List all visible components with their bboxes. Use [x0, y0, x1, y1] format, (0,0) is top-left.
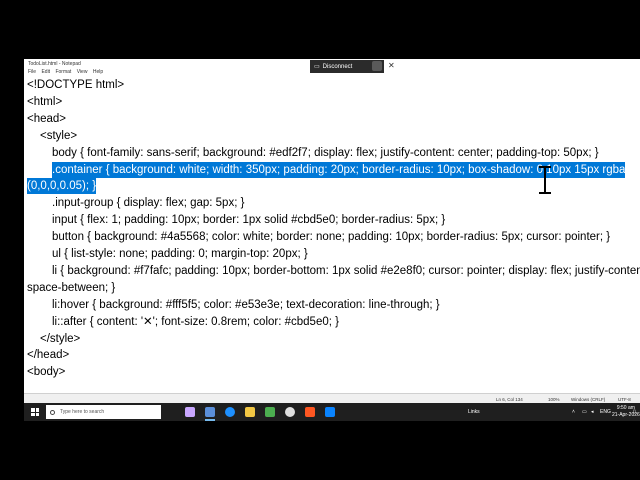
app-icon[interactable] — [305, 407, 315, 417]
notification-icon[interactable]: ▯ — [633, 409, 636, 415]
code-line[interactable]: li { background: #f7fafc; padding: 10px;… — [52, 263, 640, 279]
text-cursor-icon — [539, 166, 551, 194]
line-ending: Windows (CRLF) — [571, 397, 606, 402]
code-line[interactable]: ul { list-style: none; padding: 0; margi… — [52, 246, 308, 262]
code-line[interactable]: <body> — [27, 364, 65, 380]
code-line[interactable]: button { background: #4a5568; color: whi… — [52, 229, 610, 245]
tray-chevron-icon[interactable]: ˄ — [572, 409, 575, 415]
code-line[interactable]: li:hover { background: #fff5f5; color: #… — [52, 297, 440, 313]
links-toolbar[interactable]: Links — [468, 409, 480, 415]
code-line[interactable]: </head> — [27, 347, 69, 363]
code-line[interactable]: space-between; } — [27, 280, 115, 296]
keyboard-language[interactable]: ENG — [600, 409, 611, 415]
encoding: UTF-8 — [618, 397, 631, 402]
remote-close-icon[interactable]: ✕ — [388, 61, 395, 70]
menu-view[interactable]: View — [77, 69, 88, 75]
taskbar-search-box[interactable]: Type here to search — [46, 405, 161, 419]
active-indicator — [205, 419, 215, 421]
windows-start-icon[interactable] — [31, 408, 39, 416]
task-view-icon[interactable] — [205, 407, 215, 417]
code-line[interactable]: <!DOCTYPE html> — [27, 77, 124, 93]
store-icon[interactable] — [265, 407, 275, 417]
vscode-icon[interactable] — [325, 407, 335, 417]
pin-icon[interactable] — [372, 61, 382, 71]
text-editor[interactable]: <!DOCTYPE html> <html> <head> <style> body {… — [24, 77, 640, 393]
chrome-icon[interactable] — [285, 407, 295, 417]
window-title: TodoList.html - Notepad — [28, 61, 81, 67]
menu-help[interactable]: Help — [93, 69, 103, 75]
volume-icon[interactable]: ◂ — [591, 409, 594, 415]
code-line[interactable]: li::after { content: '✕'; font-size: 0.8… — [52, 314, 339, 330]
code-line[interactable]: input { flex: 1; padding: 10px; border: … — [52, 212, 445, 228]
disconnect-label: Disconnect — [322, 63, 353, 70]
code-line[interactable]: </style> — [40, 331, 80, 347]
code-line[interactable]: .input-group { display: flex; gap: 5px; … — [52, 195, 244, 211]
code-line[interactable]: body { font-family: sans-serif; backgrou… — [52, 145, 599, 161]
remote-disconnect-button[interactable]: ▭ Disconnect — [310, 60, 384, 73]
cursor-position: Ln 6, Col 134 — [496, 397, 523, 402]
search-placeholder: Type here to search — [60, 409, 105, 415]
code-line[interactable]: (0,0,0,0.05); } — [27, 178, 97, 195]
code-line[interactable]: <head> — [27, 111, 66, 127]
copilot-icon[interactable] — [185, 407, 195, 417]
menu-file[interactable]: File — [28, 69, 36, 75]
taskbar: Type here to search Links ˄ ▭ ◂ ENG 9:50… — [24, 403, 640, 421]
menu-format[interactable]: Format — [55, 69, 71, 75]
network-icon[interactable]: ▭ — [582, 409, 587, 415]
monitor-icon: ▭ — [314, 64, 320, 70]
menu-edit[interactable]: Edit — [41, 69, 50, 75]
code-line[interactable]: <html> — [27, 94, 62, 110]
remote-desktop-screen: TodoList.html - Notepad File Edit Format… — [24, 59, 640, 421]
code-line[interactable]: <style> — [40, 128, 77, 144]
zoom-level: 100% — [548, 397, 560, 402]
file-explorer-icon[interactable] — [245, 407, 255, 417]
edge-icon[interactable] — [225, 407, 235, 417]
search-icon — [50, 409, 55, 415]
